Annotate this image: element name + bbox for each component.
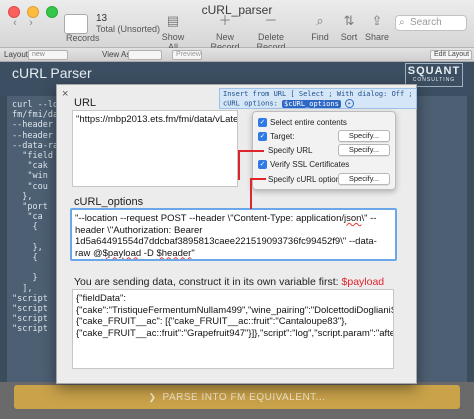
view-as-toggle[interactable]	[128, 50, 162, 60]
share-icon: ⇪	[371, 13, 383, 28]
url-label: URL	[74, 97, 97, 109]
records-slider[interactable]	[64, 14, 88, 34]
next-record-icon[interactable]: ›	[24, 16, 38, 30]
layout-bar: Layout: new View As: Preview Edit Layout	[0, 48, 474, 62]
curl-options-chip: $cURL_options	[282, 99, 341, 108]
curl-options-label: cURL_options	[74, 196, 144, 208]
show-all-button[interactable]: ▤ Show All	[156, 13, 190, 52]
verify-ssl-checkbox[interactable]: ✓	[258, 160, 267, 169]
chevron-right-icon: ❯	[148, 392, 157, 402]
delete-record-button[interactable]: － Delete Record	[246, 13, 296, 52]
target-label: Target:	[270, 132, 295, 141]
show-all-icon: ▤	[166, 13, 180, 28]
find-button[interactable]: ⌕ Find	[308, 13, 332, 42]
edit-layout-button[interactable]: Edit Layout	[430, 50, 472, 60]
specify-curl-label: Specify cURL options	[268, 175, 345, 184]
specify-target-button[interactable]: Specify...	[338, 130, 390, 142]
new-record-button[interactable]: ＋ New Record	[204, 13, 246, 52]
specify-url-button[interactable]: Specify...	[338, 144, 390, 156]
specify-curl-button[interactable]: Specify...	[338, 173, 390, 185]
payload-field[interactable]: {"fieldData": {"cake":"TristiqueFermentu…	[72, 289, 394, 369]
layout-title: cURL Parser	[12, 65, 92, 81]
sort-icon: ⇅	[343, 13, 355, 28]
script-step-hint: Insert from URL [ Select ; With dialog: …	[219, 88, 417, 109]
title-bar: cURL_parser ‹ › Records 13 Total (Unsort…	[0, 0, 474, 52]
payload-variable: $payload	[341, 276, 385, 288]
close-icon[interactable]: ×	[62, 88, 68, 100]
parse-button[interactable]: ❯ PARSE INTO FM EQUIVALENT...	[14, 385, 460, 409]
records-total: Total (Unsorted)	[96, 24, 161, 34]
previous-record-icon[interactable]: ‹	[8, 16, 22, 30]
specify-url-label: Specify URL	[268, 146, 313, 155]
arrow-right-icon: ▸	[345, 99, 355, 108]
find-icon: ⌕	[316, 13, 324, 28]
sort-button[interactable]: ⇅ Sort	[338, 13, 360, 42]
curl-options-field[interactable]: "--location --request POST --header \"Co…	[70, 208, 397, 261]
layout-select[interactable]: new	[28, 50, 68, 60]
share-button[interactable]: ⇪ Share	[364, 13, 390, 42]
verify-ssl-label: Verify SSL Certificates	[270, 160, 350, 169]
records-label: Records	[66, 33, 100, 43]
curl-annotation-line	[250, 178, 266, 180]
select-entire-label: Select entire contents	[270, 118, 347, 127]
payload-instruction: You are sending data, construct it in it…	[74, 276, 385, 288]
delete-record-icon: －	[264, 13, 278, 28]
layout-label: Layout:	[4, 50, 31, 59]
search-icon: ⌕	[399, 17, 405, 28]
search-input[interactable]: ⌕ Search	[395, 15, 467, 31]
new-record-icon: ＋	[218, 13, 232, 28]
select-entire-checkbox[interactable]: ✓	[258, 118, 267, 127]
url-field[interactable]: "https://mbp2013.ets.fm/fmi/data/vLatest…	[72, 110, 238, 187]
url-annotation-line-vertical	[238, 150, 240, 180]
target-checkbox[interactable]: ✓	[258, 132, 267, 141]
preview-button[interactable]: Preview	[172, 50, 202, 60]
record-count: 13	[96, 13, 108, 24]
curl-annotation-line-vertical	[250, 178, 252, 209]
url-annotation-line	[238, 150, 264, 152]
